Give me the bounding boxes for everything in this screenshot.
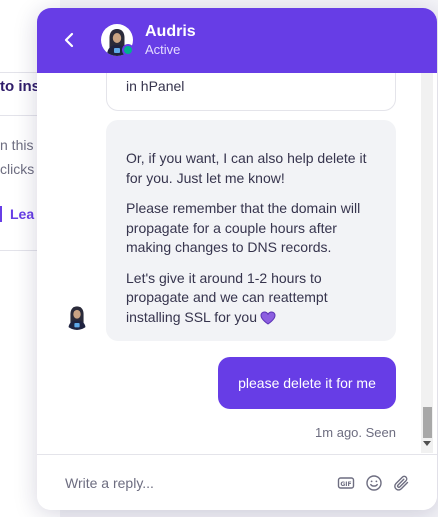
- reply-composer: GIF: [37, 454, 437, 510]
- purple-heart-icon: [260, 310, 276, 325]
- agent-name: Audris: [145, 23, 196, 40]
- emoji-button[interactable]: [365, 474, 383, 492]
- scroll-down-arrow[interactable]: [423, 441, 431, 446]
- attach-button[interactable]: [393, 474, 411, 492]
- reply-input[interactable]: [65, 471, 325, 495]
- svg-text:GIF: GIF: [340, 481, 351, 488]
- background-text: clicks: [0, 161, 35, 177]
- background-text: n this: [0, 137, 34, 153]
- scrollbar[interactable]: [421, 73, 433, 453]
- agent-message-bubble: Or, if you want, I can also help delete …: [106, 120, 396, 341]
- message-paragraph: Let's give it around 1-2 hours to propag…: [126, 269, 328, 325]
- message-paragraph: Or, if you want, I can also help delete …: [126, 150, 367, 186]
- message-status: 1m ago. Seen: [315, 425, 396, 440]
- background-heading: to ins: [0, 78, 40, 95]
- gif-icon: GIF: [337, 477, 355, 489]
- agent-message-bubble: in hPanel: [106, 73, 396, 111]
- scrollbar-thumb[interactable]: [423, 407, 432, 438]
- agent-avatar-small: [63, 302, 91, 330]
- message-list: in hPanel Or, if you want, I can also he…: [37, 73, 437, 453]
- emoji-icon: [366, 475, 382, 491]
- learn-more-link[interactable]: Lea: [0, 206, 34, 222]
- attachment-icon: [394, 475, 409, 491]
- chat-widget: Audris Active in hPanel Or, if you want,…: [37, 8, 437, 510]
- agent-avatar-icon: [68, 306, 86, 330]
- message-text: in hPanel: [126, 78, 185, 94]
- chat-header: Audris Active: [37, 8, 437, 73]
- back-button[interactable]: [59, 28, 79, 52]
- agent-avatar: [101, 24, 134, 56]
- user-message-bubble: please delete it for me: [218, 357, 396, 409]
- agent-status: Active: [145, 42, 181, 57]
- chevron-left-icon: [64, 32, 74, 48]
- gif-button[interactable]: GIF: [337, 474, 355, 492]
- message-paragraph: Please remember that the domain will pro…: [126, 200, 361, 255]
- online-status-dot: [122, 44, 134, 56]
